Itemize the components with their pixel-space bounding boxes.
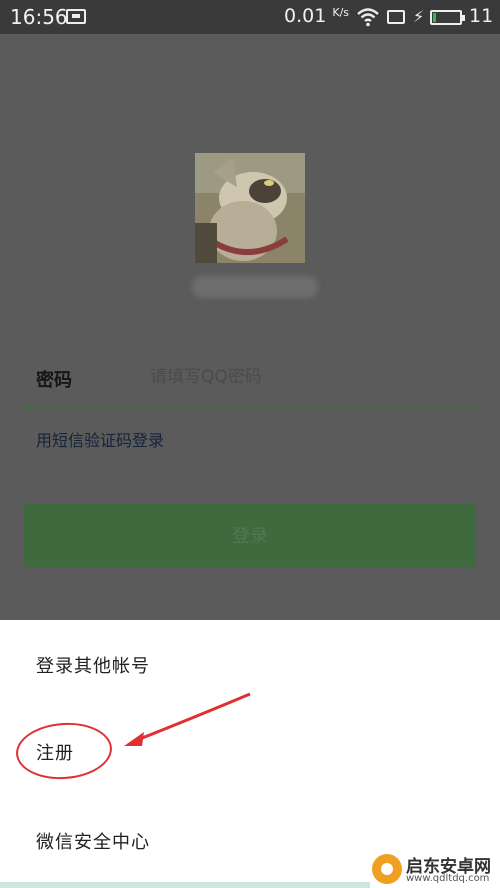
avatar	[195, 153, 305, 263]
battery-level: 11	[469, 5, 494, 27]
sheet-item-security-center[interactable]: 微信安全中心	[36, 828, 150, 854]
battery-icon	[430, 10, 465, 25]
network-speed-value: 0.01	[284, 5, 327, 27]
watermark-url: www.qdltdq.com	[406, 873, 490, 884]
annotation-arrow-icon	[124, 692, 251, 746]
wifi-icon	[357, 8, 379, 27]
notification-icon	[66, 9, 86, 24]
network-speed-unit: K/s	[332, 6, 350, 19]
password-input[interactable]	[150, 362, 470, 392]
status-bar: 16:56 0.01 K/s ⚡ 11	[0, 0, 500, 34]
watermark: 启东安卓网 www.qdltdq.com	[372, 852, 500, 888]
status-time: 16:56	[10, 5, 68, 29]
charging-bolt-icon: ⚡	[413, 7, 425, 26]
password-label: 密码	[36, 370, 72, 391]
network-speed: 0.01 K/s	[284, 5, 349, 27]
password-underline	[24, 407, 476, 409]
bottom-edge	[0, 882, 370, 888]
watermark-logo-icon	[372, 854, 402, 884]
cat-photo-icon	[195, 153, 305, 263]
sms-login-link[interactable]: 用短信验证码登录	[36, 427, 164, 451]
screen-icon	[387, 10, 405, 24]
nickname-blurred	[192, 276, 318, 298]
sheet-item-other-account[interactable]: 登录其他帐号	[36, 652, 150, 678]
login-button[interactable]: 登录	[24, 503, 476, 567]
battery-fill	[433, 13, 436, 22]
